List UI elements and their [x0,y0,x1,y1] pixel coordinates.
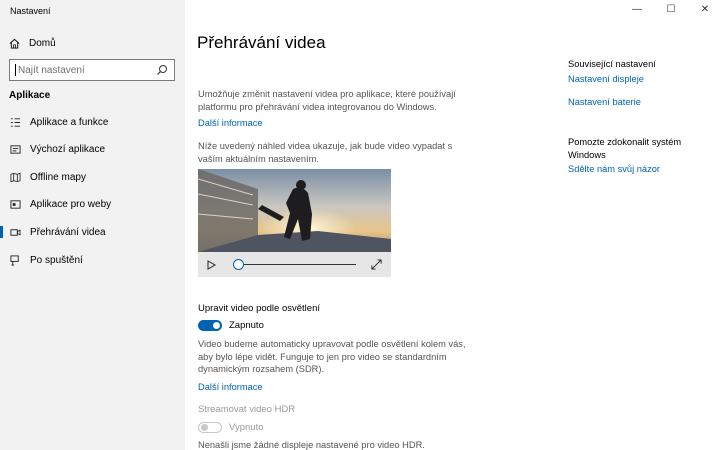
search-input[interactable]: Najít nastavení [9,59,175,81]
video-frame [198,169,391,252]
text-cursor [15,64,16,76]
display-settings-link[interactable]: Nastavení displeje [568,74,644,84]
sidebar-item-label: Výchozí aplikace [30,143,106,155]
sidebar-item-apps-features[interactable]: Aplikace a funkce [0,112,185,132]
more-info-link[interactable]: Další informace [198,118,263,128]
play-icon[interactable] [207,260,216,270]
page-title: Přehrávání videa [197,33,326,52]
hdr-toggle[interactable] [198,422,222,433]
section-heading: Aplikace [9,90,51,101]
home-icon [9,38,20,49]
hdr-heading: Streamovat video HDR [198,404,296,415]
lighting-description: Video budeme automaticky upravovat podle… [198,339,466,374]
home-label: Domů [29,37,56,49]
sidebar-item-label: Offline mapy [30,171,86,183]
sidebar-item-label: Po spuštění [30,254,83,266]
main-content: Přehrávání videa Umožňuje změnit nastave… [185,0,720,450]
hdr-toggle-label: Vypnuto [229,422,264,433]
intro-text: Umožňuje změnit nastavení videa pro apli… [198,89,456,112]
feedback-link[interactable]: Sdělte nám svůj názor [568,164,660,174]
sidebar-item-label: Aplikace a funkce [30,116,109,128]
search-placeholder: Najít nastavení [18,64,85,76]
home-nav[interactable]: Domů [9,36,56,50]
sidebar-item-label: Aplikace pro weby [30,198,112,210]
battery-settings-link[interactable]: Nastavení baterie [568,97,641,107]
help-heading: Pomozte zdokonalit systém Windows [568,137,682,160]
video-controls [198,252,391,277]
fullscreen-icon[interactable] [371,259,382,270]
map-icon [9,171,21,183]
sidebar-item-offline-maps[interactable]: Offline mapy [0,167,185,187]
related-settings-heading: Související nastavení [568,59,656,69]
sidebar-item-default-apps[interactable]: Výchozí aplikace [0,139,185,159]
preview-text: Níže uvedený náhled videa ukazuje, jak b… [198,141,453,164]
default-apps-icon [9,143,21,155]
lighting-toggle-label: Zapnuto [229,320,264,331]
sidebar-item-web-apps[interactable]: Aplikace pro weby [0,194,185,214]
lighting-toggle[interactable] [198,320,222,331]
startup-icon [9,254,21,266]
sidebar-item-video-playback[interactable]: Přehrávání videa [0,222,185,242]
video-icon [9,226,21,238]
lighting-heading: Upravit video podle osvětlení [198,303,320,314]
search-icon[interactable] [156,64,168,76]
apps-list-icon [9,116,21,128]
sidebar-item-startup[interactable]: Po spuštění [0,250,185,270]
web-apps-icon [9,198,21,210]
seek-track[interactable] [238,264,356,265]
sidebar-item-label: Přehrávání videa [30,226,106,238]
seek-thumb[interactable] [233,259,244,270]
more-info-link-2[interactable]: Další informace [198,382,263,392]
video-preview [198,169,391,277]
window-title: Nastavení [10,6,51,16]
sidebar: Nastavení Domů Najít nastavení Aplikace … [0,0,185,450]
hdr-note: Nenašli jsme žádné displeje nastavené pr… [198,440,425,450]
